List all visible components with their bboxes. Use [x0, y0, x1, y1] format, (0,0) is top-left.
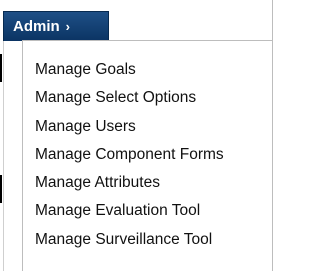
chevron-right-icon: ›: [65, 19, 71, 34]
menu-item-manage-attributes[interactable]: Manage Attributes: [35, 169, 224, 197]
frame-border: [272, 0, 273, 271]
background-mark: [0, 54, 2, 82]
background-page-edge: [0, 40, 4, 271]
menu-item-manage-surveillance-tool[interactable]: Manage Surveillance Tool: [35, 226, 224, 254]
menu-item-manage-component-forms[interactable]: Manage Component Forms: [35, 141, 224, 169]
admin-menu-list: Manage Goals Manage Select Options Manag…: [35, 56, 224, 254]
admin-menu-screenshot: Admin › Manage Goals Manage Select Optio…: [0, 0, 273, 271]
menu-item-manage-users[interactable]: Manage Users: [35, 113, 224, 141]
background-mark: [0, 175, 2, 203]
admin-dropdown-menu: Manage Goals Manage Select Options Manag…: [22, 40, 273, 271]
admin-menu-button[interactable]: Admin ›: [3, 11, 109, 41]
admin-menu-label: Admin: [13, 18, 60, 35]
menu-item-manage-select-options[interactable]: Manage Select Options: [35, 84, 224, 112]
menu-item-manage-goals[interactable]: Manage Goals: [35, 56, 224, 84]
menu-item-manage-evaluation-tool[interactable]: Manage Evaluation Tool: [35, 197, 224, 225]
